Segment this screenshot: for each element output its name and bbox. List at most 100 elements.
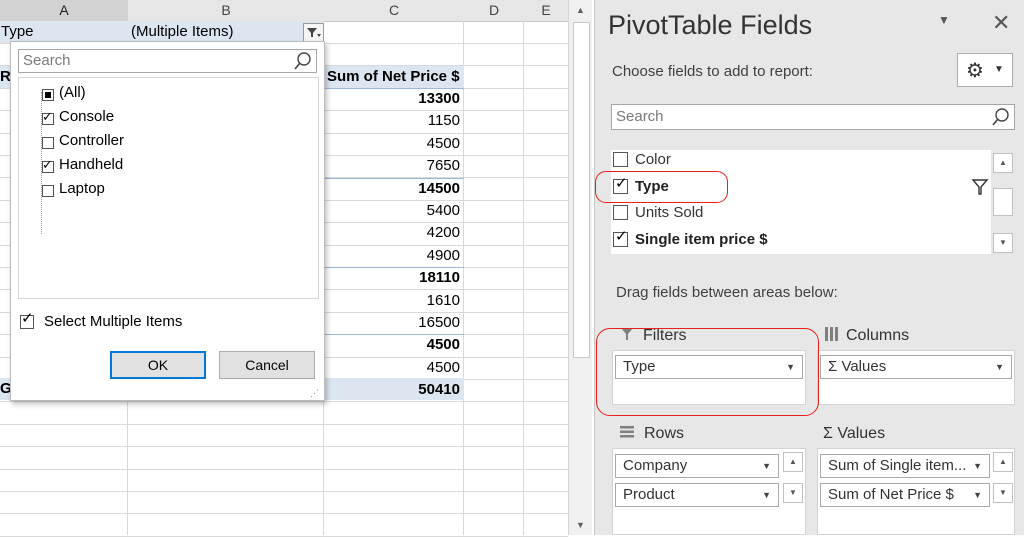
settings-button[interactable]: ⚙ ▼ [957,53,1013,87]
field-list-scrollbar[interactable]: ▲ ▼ [991,150,1015,254]
value-cell[interactable]: 50410 [326,379,460,401]
column-header-e[interactable]: E [524,0,569,22]
filter-field-label: Type [1,23,34,40]
ok-button[interactable]: OK [110,351,206,379]
values-chip-label: Sum of Single item... [828,457,967,474]
close-icon[interactable]: ✕ [992,10,1010,36]
dropdown-item-label[interactable]: Controller [59,131,124,151]
filter-dropdown-button[interactable] [303,23,324,42]
columns-chip-values[interactable]: Σ Values ▼ [820,355,1012,379]
chevron-down-icon[interactable]: ▼ [938,13,950,27]
scroll-up-icon[interactable]: ▲ [569,0,592,20]
column-header-d[interactable]: D [464,0,525,22]
sigma-icon: Σ [828,358,842,375]
type-field-highlight [595,171,728,203]
rows-chip-label: Product [623,486,675,503]
column-header-a[interactable]: A [0,0,129,23]
value-cell[interactable]: 16500 [326,312,460,334]
choose-fields-text: Choose fields to add to report: [612,63,813,80]
dropdown-item-label[interactable]: (All) [59,83,86,103]
field-scroll-down-icon[interactable]: ▼ [993,233,1013,253]
field-label[interactable]: Single item price $ [635,229,768,251]
columns-area-icon [825,327,838,341]
value-cell[interactable]: 4200 [326,222,460,244]
chip-dropdown-icon[interactable]: ▼ [995,356,1004,378]
values-chip-label: Sum of Net Price $ [828,486,954,503]
dropdown-item-list: (All) ✓ Console Controller ✓ Handheld Laptop [18,77,319,299]
search-icon [294,52,311,70]
filter-dropdown-panel: Search (All) ✓ Console Controller ✓ Handheld L… [10,41,325,401]
values-chip-single-item[interactable]: Sum of Single item... ▼ [820,454,990,478]
rows-chip-product[interactable]: Product ▼ [615,483,779,507]
values-area-label-text: Values [837,425,886,442]
field-scroll-up-icon[interactable]: ▲ [993,153,1013,173]
field-search-input[interactable]: Search [611,104,1015,130]
rows-area-icon [620,426,634,438]
pane-title: PivotTable Fields [608,10,813,40]
rows-area[interactable]: Company ▼ Product ▼ ▲ ▼ [612,448,806,535]
values-area[interactable]: Sum of Single item... ▼ Sum of Net Price… [817,448,1015,535]
pivottable-fields-pane: PivotTable Fields ▼ ✕ Choose fields to a… [594,0,1024,535]
field-scroll-thumb[interactable] [993,188,1013,216]
value-cell[interactable]: 1150 [326,110,460,132]
dropdown-search-placeholder: Search [23,52,71,69]
chip-dropdown-icon[interactable]: ▼ [973,484,982,506]
chip-dropdown-icon[interactable]: ▼ [762,484,771,506]
field-checkbox[interactable] [613,152,628,167]
scroll-down-icon[interactable]: ▼ [569,515,592,535]
sigma-icon: Σ [823,425,838,442]
rows-scroll-down-icon[interactable]: ▼ [783,483,803,503]
value-cell[interactable]: 1610 [326,290,460,312]
search-icon [992,108,1009,126]
field-label[interactable]: Color [635,149,671,171]
value-cell[interactable]: 7650 [326,155,460,177]
field-checkbox[interactable] [613,205,628,221]
field-search-placeholder: Search [616,108,664,125]
values-chip-net-price[interactable]: Sum of Net Price $ ▼ [820,483,990,507]
rows-scroll-up-icon[interactable]: ▲ [783,452,803,472]
resize-grip-icon[interactable]: ⋰ [310,388,319,399]
dropdown-search-input[interactable]: Search [18,49,317,73]
rows-chip-label: Company [623,457,688,474]
select-multiple-checkbox[interactable]: ✓ [20,311,34,329]
filters-area-highlight [596,328,819,416]
rows-chip-company[interactable]: Company ▼ [615,454,779,478]
cancel-button[interactable]: Cancel [219,351,315,379]
columns-area[interactable]: Σ Values ▼ [817,350,1015,405]
dropdown-item-checkbox[interactable]: ✓ [42,157,54,173]
field-checkbox[interactable]: ✓ [613,229,628,248]
dropdown-item-label[interactable]: Handheld [59,155,123,175]
sheet-vertical-scrollbar[interactable]: ▲ ▼ [568,0,592,535]
filter-icon [307,28,321,37]
value-cell[interactable]: 13300 [326,88,460,110]
gear-icon: ⚙ [966,60,984,82]
value-cell[interactable]: 4500 [326,334,460,356]
value-cell[interactable]: 18110 [326,267,460,289]
select-multiple-label: Select Multiple Items [44,313,183,330]
chip-dropdown-icon[interactable]: ▼ [762,455,771,477]
value-cell[interactable]: 4900 [326,245,460,267]
drag-fields-text: Drag fields between areas below: [616,284,838,301]
values-scroll-up-icon[interactable]: ▲ [993,452,1013,472]
columns-chip-label: Values [841,358,887,375]
chip-dropdown-icon[interactable]: ▼ [973,455,982,477]
dropdown-item-checkbox[interactable] [42,185,54,197]
column-header-b[interactable]: B [128,0,325,22]
value-cell[interactable]: 5400 [326,200,460,222]
dropdown-item-checkbox[interactable] [42,89,54,101]
value-cell[interactable]: 14500 [326,178,460,200]
dropdown-item-checkbox[interactable] [42,137,54,149]
column-header-c[interactable]: C [324,0,465,22]
dropdown-item-label[interactable]: Laptop [59,179,105,199]
rows-area-label: Rows [644,425,685,442]
dropdown-item-checkbox[interactable]: ✓ [42,109,54,125]
filter-value: (Multiple Items) [131,23,234,40]
scroll-thumb[interactable] [573,22,590,358]
field-label[interactable]: Units Sold [635,202,703,224]
values-scroll-down-icon[interactable]: ▼ [993,483,1013,503]
value-cell[interactable]: 4500 [326,133,460,155]
value-cell[interactable]: 4500 [326,357,460,379]
settings-chevron-icon: ▼ [994,64,1004,75]
dropdown-item-label[interactable]: Console [59,107,114,127]
values-area-label: Σ Values [823,425,885,443]
